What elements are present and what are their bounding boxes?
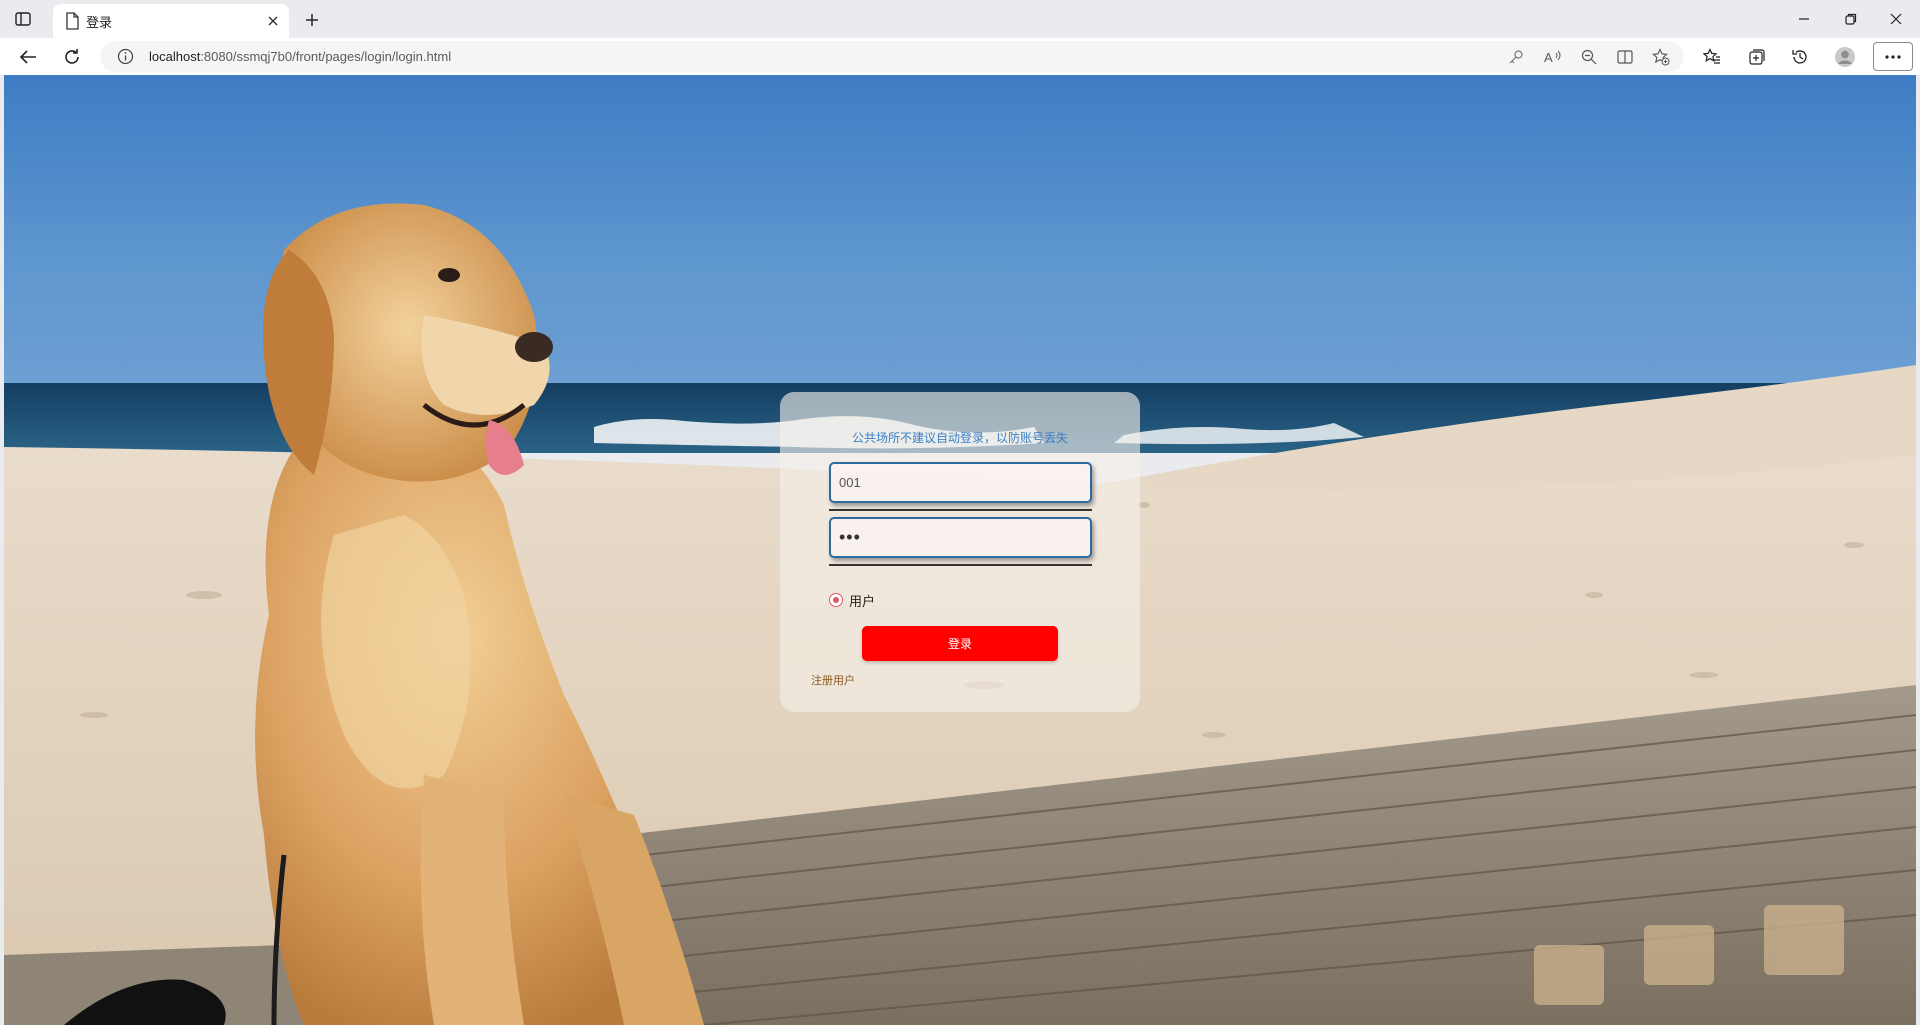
back-arrow-icon[interactable]	[15, 44, 41, 70]
zoom-out-icon[interactable]	[1578, 46, 1600, 68]
browser-tab[interactable]: 登录	[53, 4, 289, 38]
password-underline	[829, 564, 1092, 566]
radio-selected-dot	[833, 597, 839, 603]
url-path: :8080/ssmqj7b0/front/pages/login/login.h…	[200, 49, 452, 64]
login-button[interactable]: 登录	[862, 626, 1058, 661]
read-aloud-icon[interactable]: A	[1542, 46, 1564, 68]
role-label: 用户	[849, 594, 876, 610]
login-tip: 公共场所不建议自动登录，以防账号丢失	[851, 431, 1068, 445]
role-option-user[interactable]: 用户	[829, 591, 876, 610]
page-icon	[64, 12, 80, 30]
close-window-icon[interactable]	[1882, 6, 1910, 32]
minimize-icon[interactable]	[1790, 6, 1818, 32]
split-screen-icon[interactable]	[1614, 46, 1636, 68]
tab-bar: 登录	[0, 0, 1920, 38]
plus-icon[interactable]	[301, 9, 323, 31]
collections-icon[interactable]	[1744, 44, 1770, 70]
profile-icon[interactable]	[1832, 44, 1858, 70]
svg-text:A: A	[1544, 50, 1553, 64]
sidebar-toggle-icon[interactable]	[13, 10, 33, 28]
login-card: 公共场所不建议自动登录，以防账号丢失 用户 登录 注册用户	[780, 392, 1140, 712]
close-icon[interactable]	[263, 11, 283, 31]
page-viewport: 公共场所不建议自动登录，以防账号丢失 用户 登录 注册用户	[4, 75, 1916, 1025]
username-input[interactable]	[829, 462, 1092, 503]
password-input[interactable]	[829, 517, 1092, 558]
favorites-icon[interactable]	[1699, 44, 1725, 70]
address-bar[interactable]: localhost:8080/ssmqj7b0/front/pages/logi…	[100, 41, 1684, 72]
url-text[interactable]: localhost:8080/ssmqj7b0/front/pages/logi…	[149, 49, 451, 64]
role-radio[interactable]	[829, 593, 843, 607]
history-icon[interactable]	[1787, 44, 1813, 70]
restore-icon[interactable]	[1837, 6, 1865, 32]
register-link[interactable]: 注册用户	[811, 672, 855, 688]
browser-toolbar: localhost:8080/ssmqj7b0/front/pages/logi…	[0, 38, 1920, 75]
username-underline	[829, 509, 1092, 511]
url-host: localhost	[149, 49, 201, 64]
add-favorite-icon[interactable]	[1650, 46, 1672, 68]
tab-title: 登录	[86, 16, 113, 31]
key-icon[interactable]	[1505, 46, 1527, 68]
refresh-icon[interactable]	[59, 44, 85, 70]
info-icon[interactable]	[117, 48, 134, 65]
more-icon[interactable]	[1873, 42, 1913, 71]
